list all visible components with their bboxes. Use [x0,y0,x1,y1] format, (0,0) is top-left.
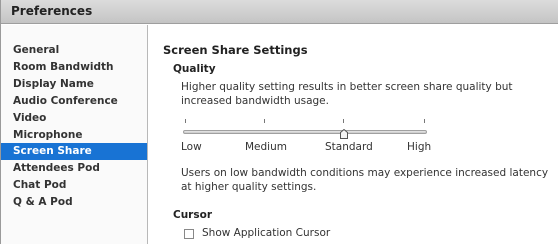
level-label-high: High [407,141,432,153]
quality-description: Higher quality setting results in better… [181,81,513,107]
slider-thumb[interactable] [340,124,348,139]
sidebar-item-video[interactable]: Video [11,110,147,127]
slider-track[interactable] [183,130,427,134]
cursor-heading: Cursor [173,209,213,221]
preferences-window: Preferences General Room Bandwidth Displ… [0,0,558,244]
settings-panel: Screen Share Settings Quality Higher qua… [163,25,558,244]
slider-tick-high [424,119,425,123]
window-title: Preferences [11,4,93,18]
quality-note: Users on low bandwidth conditions may ex… [181,167,549,193]
level-label-medium: Medium [245,141,287,153]
sidebar: General Room Bandwidth Display Name Audi… [1,25,148,244]
slider-tick-low [185,119,186,123]
sidebar-item-room-bandwidth[interactable]: Room Bandwidth [11,59,147,76]
quality-heading: Quality [173,63,216,75]
show-cursor-label[interactable]: Show Application Cursor [202,227,330,239]
sidebar-item-general[interactable]: General [11,42,147,59]
page-title: Screen Share Settings [163,43,308,57]
sidebar-item-screen-share[interactable]: Screen Share [1,143,147,160]
sidebar-item-attendees-pod[interactable]: Attendees Pod [11,160,147,177]
slider-tick-medium [264,119,265,123]
sidebar-item-audio-conference[interactable]: Audio Conference [11,93,147,110]
show-cursor-checkbox[interactable] [184,229,194,239]
level-label-standard: Standard [325,141,373,153]
quality-slider[interactable] [183,119,427,147]
sidebar-item-chat-pod[interactable]: Chat Pod [11,177,147,194]
title-bar: Preferences [1,0,558,24]
sidebar-item-microphone[interactable]: Microphone [11,127,147,144]
sidebar-item-display-name[interactable]: Display Name [11,76,147,93]
level-label-low: Low [181,141,202,153]
sidebar-item-qa-pod[interactable]: Q & A Pod [11,194,147,211]
slider-tick-standard [343,119,344,123]
